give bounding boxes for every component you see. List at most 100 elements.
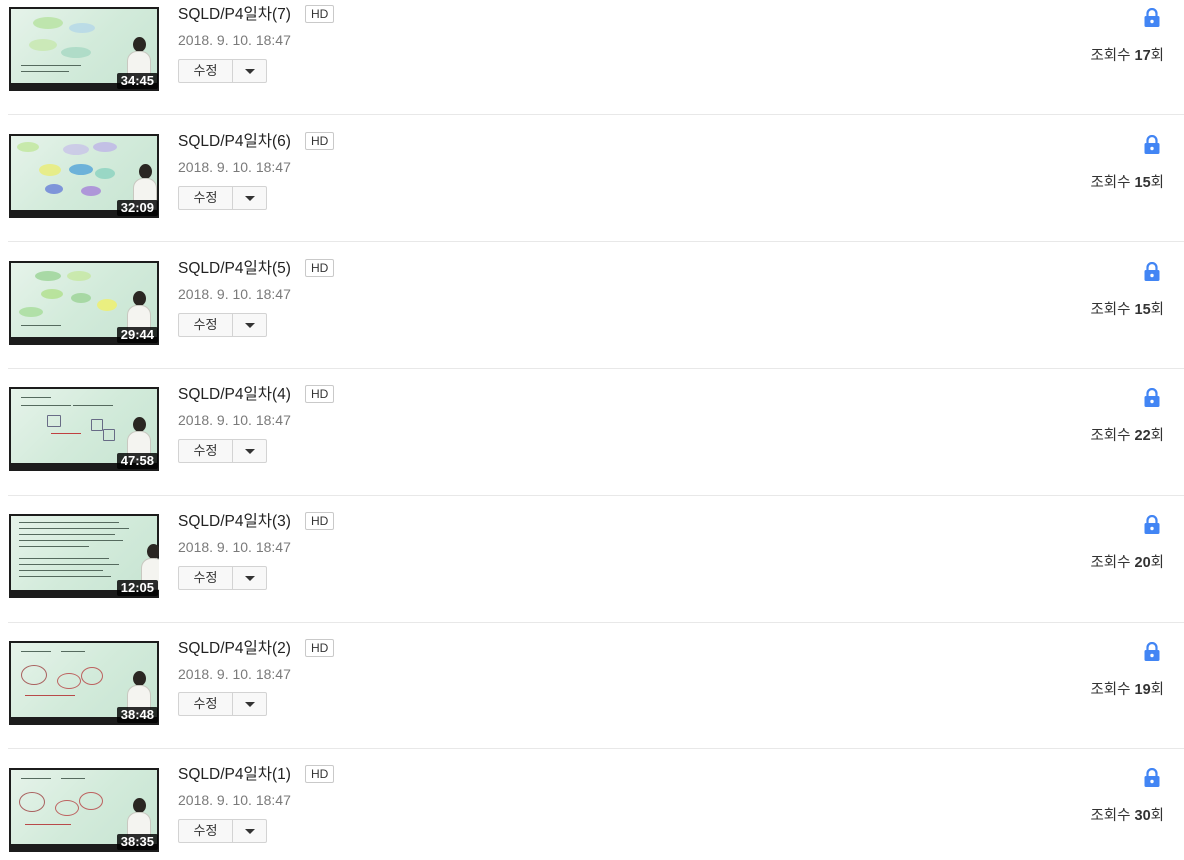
caret-down-icon [245, 69, 255, 74]
duration-label: 34:45 [116, 73, 158, 89]
hd-badge: HD [305, 512, 335, 530]
view-count-prefix: 조회수 [1090, 48, 1135, 64]
thumbnail-whiteboard [11, 516, 157, 590]
caret-down-icon [245, 323, 255, 328]
hd-badge: HD [305, 639, 335, 657]
view-count: 조회수 17회 [1090, 47, 1164, 65]
view-count-suffix: 회 [1150, 302, 1164, 318]
view-count-number: 20 [1134, 555, 1151, 571]
edit-dropdown-button[interactable] [233, 314, 266, 336]
edit-button-group: 수정 [178, 439, 267, 463]
view-count: 조회수 19회 [1090, 681, 1164, 699]
lock-icon[interactable] [1143, 135, 1161, 155]
duration-label: 29:44 [116, 327, 158, 343]
view-count-suffix: 회 [1150, 48, 1164, 64]
edit-button[interactable]: 수정 [179, 567, 233, 589]
edit-button[interactable]: 수정 [179, 820, 233, 842]
video-title[interactable]: SQLD/P4일차(4) [178, 386, 291, 404]
edit-button-group: 수정 [178, 313, 267, 337]
duration-label: 12:05 [116, 580, 158, 596]
view-count: 조회수 20회 [1090, 554, 1164, 572]
video-row: 32:09 SQLD/P4일차(6) HD 2018. 9. 10. 18:47… [0, 115, 1184, 242]
video-title[interactable]: SQLD/P4일차(1) [178, 766, 291, 784]
video-title[interactable]: SQLD/P4일차(6) [178, 133, 291, 151]
view-count: 조회수 15회 [1090, 174, 1164, 192]
video-thumbnail[interactable]: 32:09 [9, 134, 159, 218]
video-row: 12:05 SQLD/P4일차(3) HD 2018. 9. 10. 18:47… [0, 496, 1184, 623]
view-count-prefix: 조회수 [1090, 808, 1135, 824]
view-count-prefix: 조회수 [1090, 428, 1135, 444]
caret-down-icon [245, 702, 255, 707]
video-title[interactable]: SQLD/P4일차(2) [178, 640, 291, 658]
view-count-number: 22 [1134, 428, 1151, 444]
view-count-number: 15 [1134, 302, 1151, 318]
upload-date: 2018. 9. 10. 18:47 [178, 792, 291, 808]
edit-button-group: 수정 [178, 186, 267, 210]
view-count: 조회수 30회 [1090, 807, 1164, 825]
edit-dropdown-button[interactable] [233, 567, 266, 589]
view-count-prefix: 조회수 [1090, 555, 1135, 571]
view-count-number: 17 [1134, 48, 1151, 64]
video-row: 47:58 SQLD/P4일차(4) HD 2018. 9. 10. 18:47… [0, 369, 1184, 496]
lock-icon[interactable] [1143, 388, 1161, 408]
edit-button-group: 수정 [178, 819, 267, 843]
lock-icon[interactable] [1143, 8, 1161, 28]
caret-down-icon [245, 576, 255, 581]
lock-icon[interactable] [1143, 515, 1161, 535]
edit-button[interactable]: 수정 [179, 314, 233, 336]
caret-down-icon [245, 449, 255, 454]
video-list: 34:45 SQLD/P4일차(7) HD 2018. 9. 10. 18:47… [0, 0, 1184, 860]
view-count: 조회수 15회 [1090, 301, 1164, 319]
hd-badge: HD [305, 385, 335, 403]
view-count-prefix: 조회수 [1090, 682, 1135, 698]
view-count-number: 15 [1134, 175, 1151, 191]
duration-label: 47:58 [116, 453, 158, 469]
video-thumbnail[interactable]: 38:48 [9, 641, 159, 725]
video-title[interactable]: SQLD/P4일차(3) [178, 513, 291, 531]
video-row: 38:35 SQLD/P4일차(1) HD 2018. 9. 10. 18:47… [0, 749, 1184, 860]
caret-down-icon [245, 829, 255, 834]
hd-badge: HD [305, 5, 335, 23]
video-title[interactable]: SQLD/P4일차(5) [178, 260, 291, 278]
edit-button[interactable]: 수정 [179, 440, 233, 462]
view-count: 조회수 22회 [1090, 427, 1164, 445]
video-thumbnail[interactable]: 29:44 [9, 261, 159, 345]
edit-button-group: 수정 [178, 692, 267, 716]
edit-button[interactable]: 수정 [179, 187, 233, 209]
duration-label: 38:35 [116, 834, 158, 850]
edit-dropdown-button[interactable] [233, 820, 266, 842]
view-count-suffix: 회 [1150, 808, 1164, 824]
duration-label: 32:09 [116, 200, 158, 216]
duration-label: 38:48 [116, 707, 158, 723]
view-count-prefix: 조회수 [1090, 175, 1135, 191]
upload-date: 2018. 9. 10. 18:47 [178, 159, 291, 175]
edit-dropdown-button[interactable] [233, 440, 266, 462]
hd-badge: HD [305, 259, 335, 277]
lock-icon[interactable] [1143, 642, 1161, 662]
video-row: 34:45 SQLD/P4일차(7) HD 2018. 9. 10. 18:47… [0, 0, 1184, 115]
upload-date: 2018. 9. 10. 18:47 [178, 286, 291, 302]
edit-dropdown-button[interactable] [233, 187, 266, 209]
edit-button-group: 수정 [178, 566, 267, 590]
edit-button[interactable]: 수정 [179, 693, 233, 715]
video-row: 38:48 SQLD/P4일차(2) HD 2018. 9. 10. 18:47… [0, 622, 1184, 749]
edit-button-group: 수정 [178, 59, 267, 83]
edit-dropdown-button[interactable] [233, 60, 266, 82]
edit-button[interactable]: 수정 [179, 60, 233, 82]
view-count-suffix: 회 [1150, 175, 1164, 191]
view-count-suffix: 회 [1150, 555, 1164, 571]
video-thumbnail[interactable]: 47:58 [9, 387, 159, 471]
edit-dropdown-button[interactable] [233, 693, 266, 715]
video-thumbnail[interactable]: 34:45 [9, 7, 159, 91]
video-thumbnail[interactable]: 12:05 [9, 514, 159, 598]
video-thumbnail[interactable]: 38:35 [9, 768, 159, 852]
view-count-prefix: 조회수 [1090, 302, 1135, 318]
video-title[interactable]: SQLD/P4일차(7) [178, 6, 291, 24]
lock-icon[interactable] [1143, 262, 1161, 282]
upload-date: 2018. 9. 10. 18:47 [178, 32, 291, 48]
hd-badge: HD [305, 132, 335, 150]
view-count-number: 19 [1134, 682, 1151, 698]
lock-icon[interactable] [1143, 768, 1161, 788]
hd-badge: HD [305, 765, 335, 783]
upload-date: 2018. 9. 10. 18:47 [178, 666, 291, 682]
